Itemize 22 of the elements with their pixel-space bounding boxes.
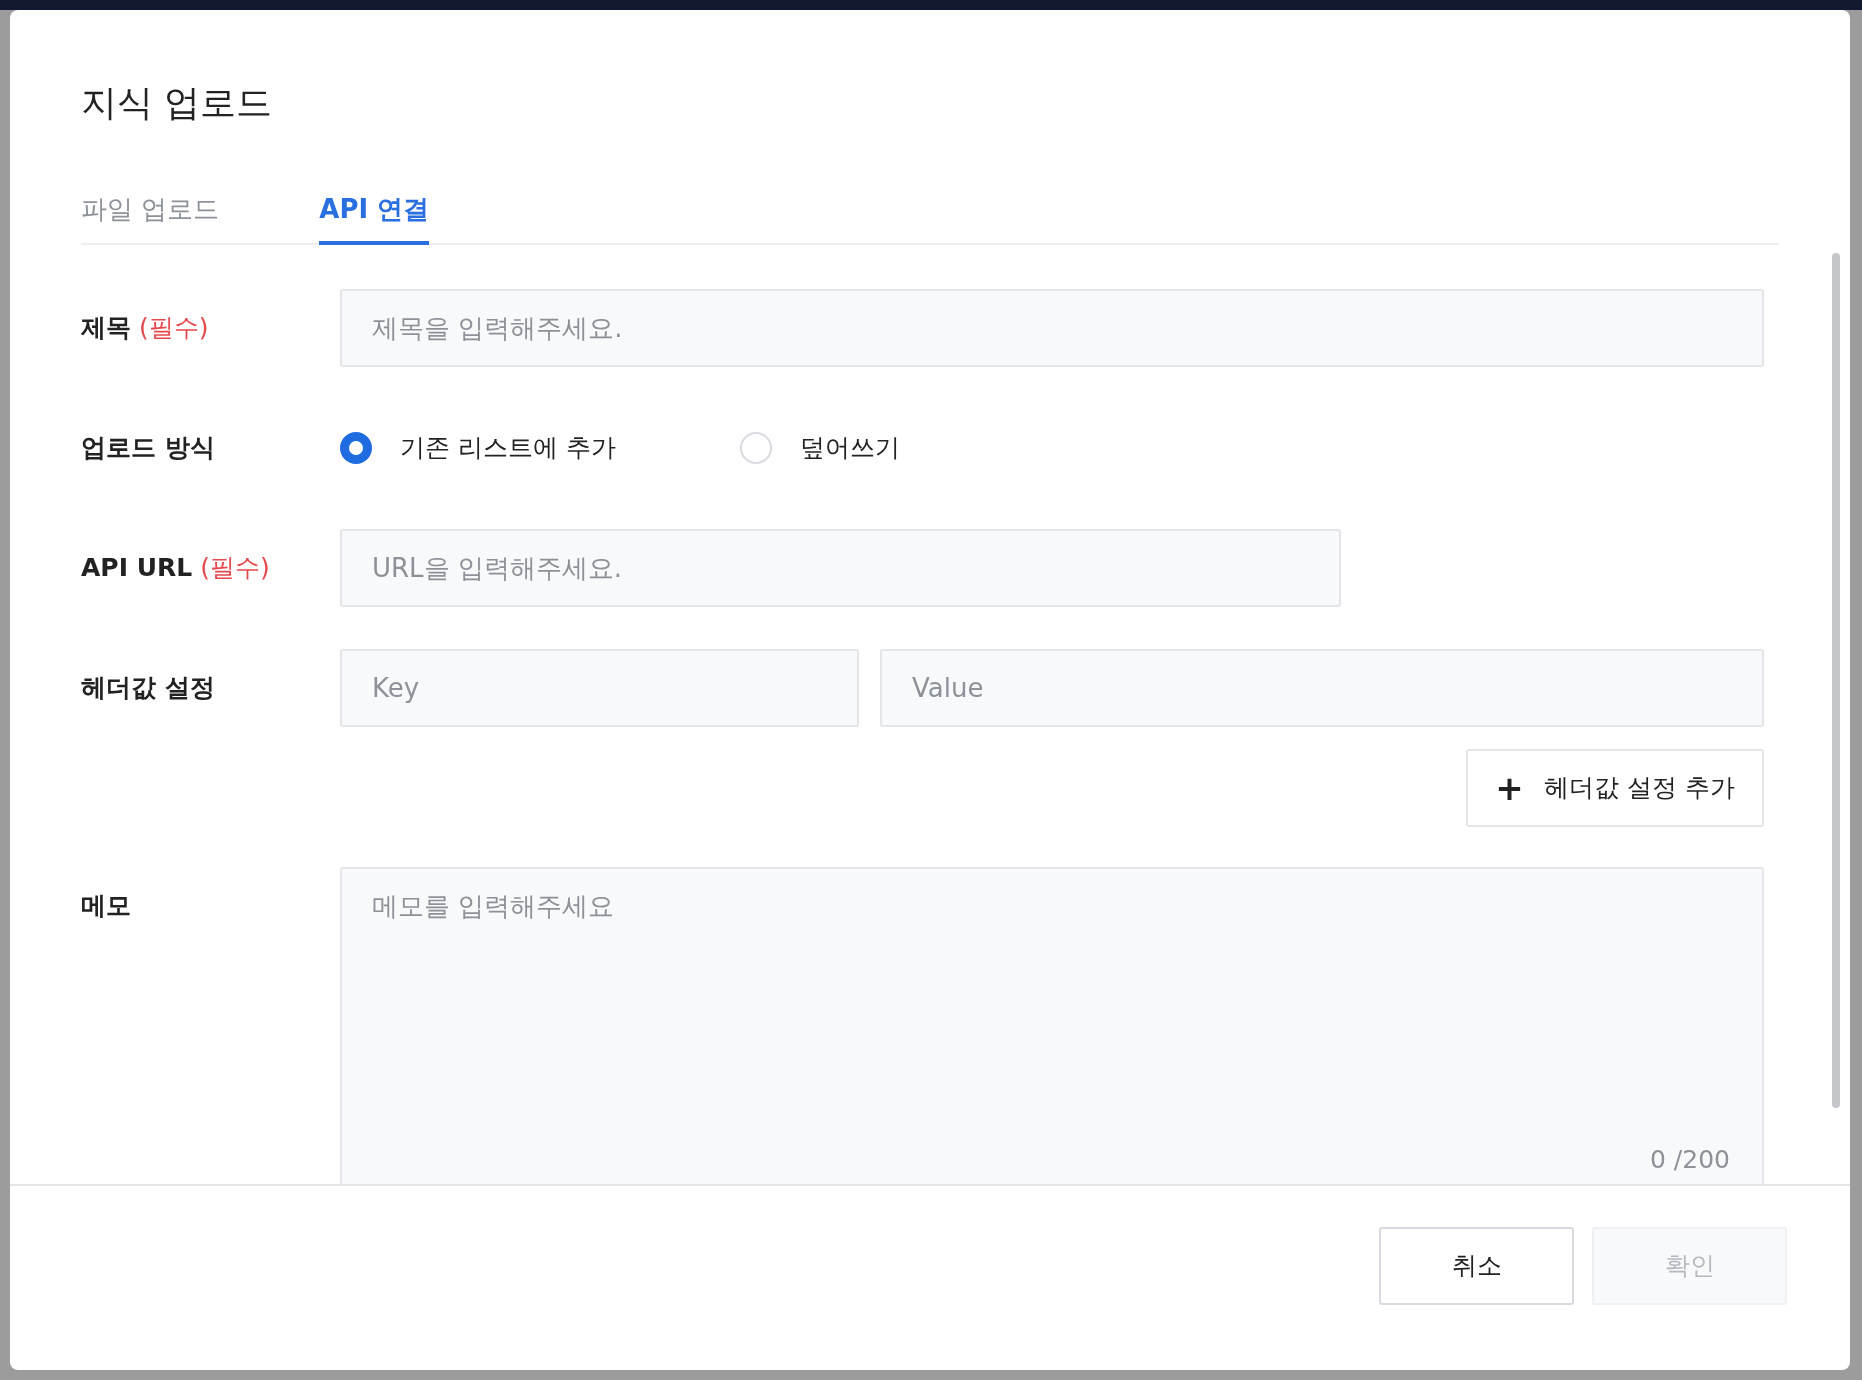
scrollbar-thumb[interactable]	[1832, 253, 1840, 1108]
plus-icon: +	[1495, 771, 1524, 805]
field-label: 메모	[81, 890, 131, 922]
field-label: 업로드 방식	[81, 432, 215, 465]
character-counter: 0 /200	[1650, 1144, 1730, 1176]
radio-label: 덮어쓰기	[800, 432, 900, 465]
tab[interactable]: 파일 업로드	[81, 190, 220, 245]
url-input[interactable]: URL을 입력해주세요.	[340, 529, 1341, 607]
field-label: 헤더값 설정	[81, 672, 215, 705]
value-input[interactable]: Value	[880, 649, 1764, 727]
dialog-button[interactable]: 취소	[1379, 1227, 1574, 1305]
radio-label: 기존 리스트에 추가	[400, 432, 616, 465]
title-input[interactable]: 제목을 입력해주세요.	[340, 289, 1764, 367]
field-label: 제목	[81, 312, 131, 345]
tab[interactable]: API 연결	[319, 190, 430, 245]
field-label: API URL	[81, 552, 193, 585]
required-mark: (필수)	[200, 552, 270, 585]
dialog-title: 지식 업로드	[81, 81, 274, 125]
radio-button[interactable]	[340, 432, 372, 464]
required-mark: (필수)	[139, 312, 209, 345]
key-input[interactable]: Key	[340, 649, 859, 727]
add-header-button[interactable]: + 헤더값 설정 추가	[1466, 749, 1764, 827]
